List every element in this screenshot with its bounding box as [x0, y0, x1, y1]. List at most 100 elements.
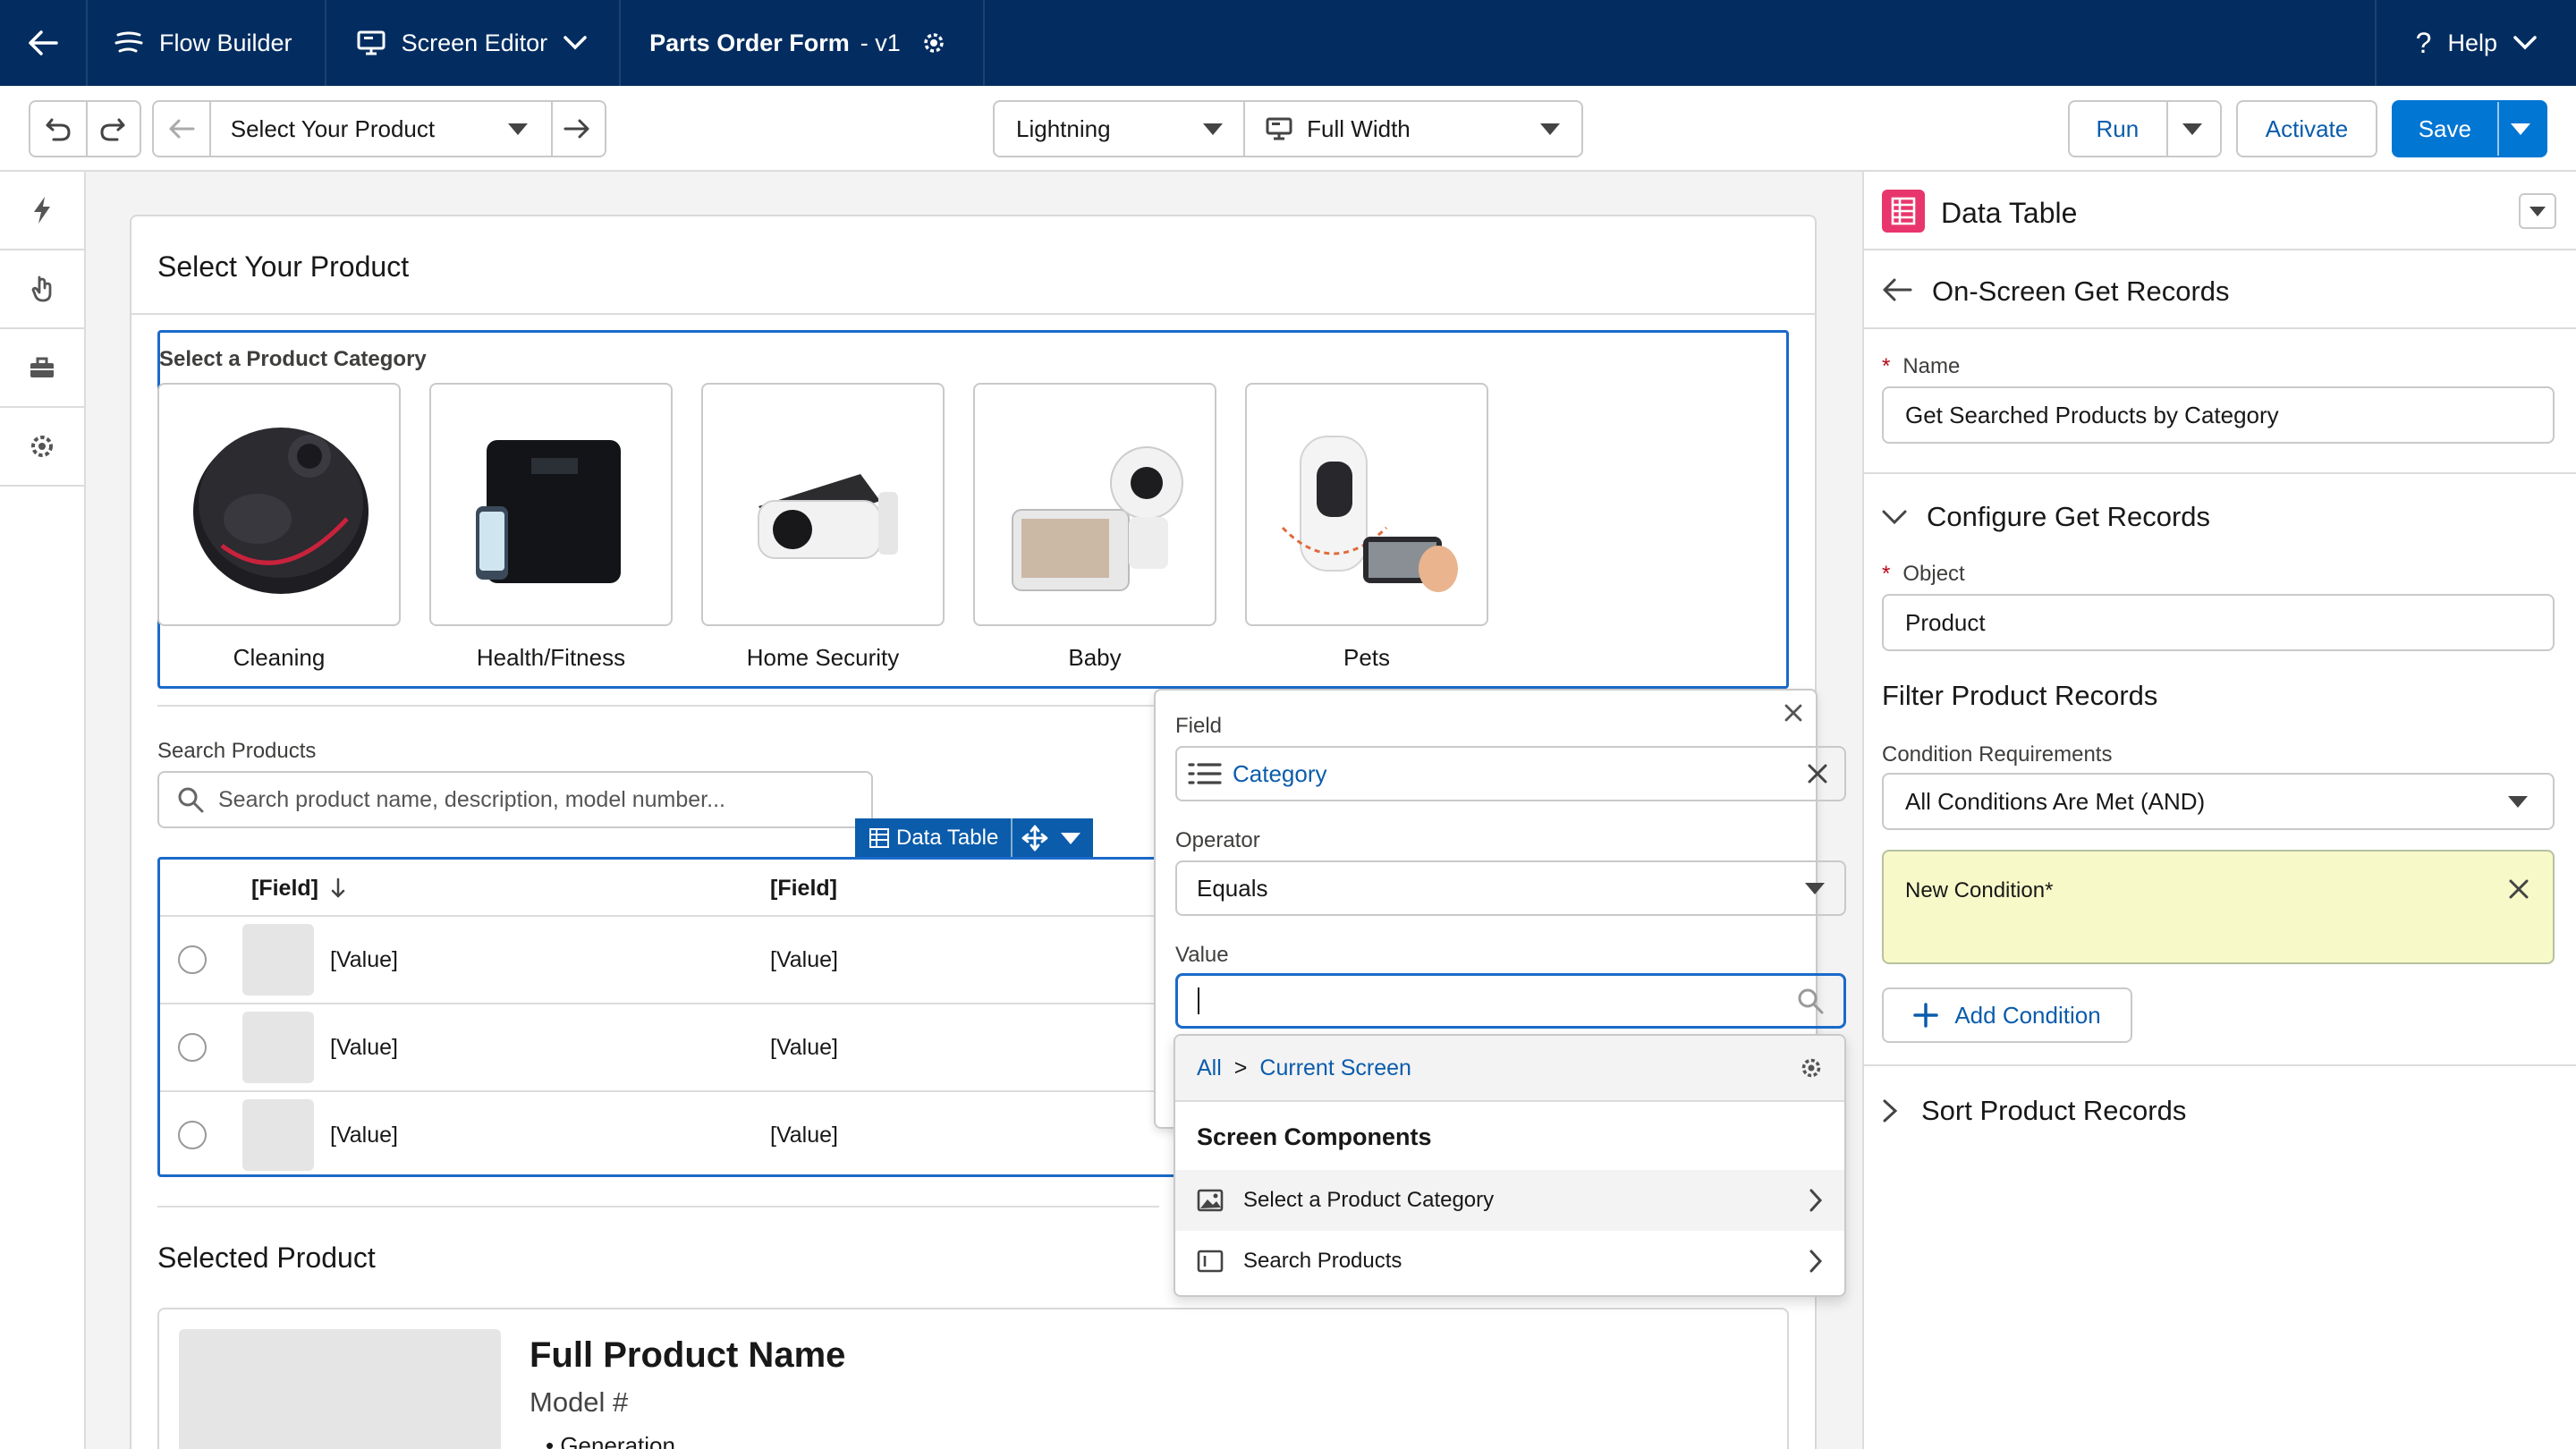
table-row[interactable]: [Value] [Value]	[160, 1004, 1174, 1092]
table-row[interactable]: [Value] [Value]	[160, 1092, 1174, 1174]
rail-item-elements[interactable]	[0, 172, 84, 250]
row-radio[interactable]	[178, 1121, 207, 1149]
object-input[interactable]: Product	[1882, 594, 2555, 651]
data-table[interactable]: [Field] [Field] [Value] [Value] [Value] …	[157, 857, 1177, 1177]
operator-select[interactable]: Equals	[1175, 860, 1846, 916]
rail-item-toolbox[interactable]	[0, 329, 84, 408]
category-tile-home-security[interactable]	[701, 383, 945, 626]
category-tile-pets[interactable]	[1245, 383, 1488, 626]
row-thumbnail	[242, 1012, 314, 1083]
gear-icon[interactable]	[1800, 1056, 1823, 1080]
picker-item[interactable]: Search Products	[1175, 1231, 1844, 1292]
category-label-health-fitness: Health/Fitness	[476, 644, 626, 671]
screen-select[interactable]: Select Your Product	[209, 115, 550, 143]
arrow-right-icon[interactable]	[549, 118, 605, 140]
breadcrumb-all[interactable]: All	[1197, 1055, 1222, 1081]
arrow-down-icon	[330, 877, 346, 899]
move-icon[interactable]	[1021, 825, 1048, 852]
field-pill-input[interactable]: Category	[1175, 746, 1846, 801]
clear-icon[interactable]	[1807, 763, 1828, 784]
flow-icon	[114, 30, 143, 56]
resource-picker-dropdown: All > Current Screen Screen Components S…	[1174, 1034, 1846, 1297]
filter-title: Filter Product Records	[1882, 680, 2158, 711]
run-button[interactable]: Run	[2070, 115, 2165, 143]
data-table-tag-label: Data Table	[896, 826, 999, 850]
condition-req-value: All Conditions Are Met (AND)	[1905, 787, 2206, 815]
back-button[interactable]	[0, 0, 88, 86]
category-tile-health-fitness[interactable]	[429, 383, 673, 626]
undo-redo-group	[29, 100, 141, 157]
picker-item[interactable]: Select a Product Category	[1175, 1170, 1844, 1231]
new-condition-card[interactable]: New Condition*	[1882, 850, 2555, 964]
divider	[157, 1206, 1159, 1208]
field-label: Field	[1175, 714, 1223, 738]
rail-item-settings[interactable]	[0, 408, 84, 487]
redo-icon[interactable]	[85, 116, 140, 141]
table-cell: [Value]	[770, 1035, 838, 1060]
condition-req-select[interactable]: All Conditions Are Met (AND)	[1882, 773, 2555, 830]
breadcrumb-current[interactable]: Current Screen	[1259, 1055, 1787, 1081]
theme-select[interactable]: Lightning	[995, 115, 1244, 143]
data-table-tag[interactable]: Data Table	[855, 818, 1093, 858]
help-menu[interactable]: ? Help	[2374, 0, 2576, 86]
question-icon: ?	[2415, 26, 2432, 59]
condition-req-label: Condition Requirements	[1882, 742, 2113, 767]
category-label-home-security: Home Security	[746, 644, 900, 671]
picker-section-heading: Screen Components	[1197, 1123, 1432, 1150]
sort-toggle[interactable]: Sort Product Records	[1882, 1095, 2186, 1127]
search-icon	[177, 786, 204, 813]
row-radio[interactable]	[178, 1033, 207, 1062]
category-label-baby: Baby	[1068, 644, 1122, 671]
table-cell: [Value]	[770, 947, 838, 972]
section-header: On-Screen Get Records	[1864, 252, 2576, 329]
screen-editor-label: Screen Editor	[401, 29, 548, 56]
save-button[interactable]: Save	[2394, 115, 2496, 143]
gear-icon[interactable]	[920, 30, 947, 56]
gear-icon	[29, 433, 55, 460]
caret-down-icon	[2511, 123, 2531, 135]
chevron-right-icon	[1882, 1098, 1898, 1123]
caret-down-icon	[1540, 123, 1560, 135]
search-label: Search Products	[157, 739, 317, 763]
value-input[interactable]	[1175, 973, 1846, 1029]
theme-select-value: Lightning	[1016, 114, 1111, 142]
width-select[interactable]: Full Width	[1244, 115, 1581, 143]
arrow-left-icon[interactable]	[1882, 277, 1912, 302]
operator-value: Equals	[1197, 874, 1268, 902]
table-header: [Field] [Field]	[160, 860, 1174, 917]
flow-builder-link[interactable]: Flow Builder	[88, 0, 326, 86]
add-condition-button[interactable]: Add Condition	[1882, 987, 2132, 1043]
screen-editor-menu[interactable]: Screen Editor	[326, 0, 622, 86]
close-icon[interactable]	[1784, 703, 1803, 723]
caret-down-icon	[1203, 123, 1224, 135]
caret-down-icon[interactable]	[1061, 832, 1081, 844]
close-icon[interactable]	[2508, 878, 2529, 900]
save-menu-button[interactable]	[2496, 123, 2546, 135]
chevron-right-icon	[1809, 1188, 1823, 1213]
screen-select-value: Select Your Product	[230, 114, 436, 142]
column-header[interactable]: [Field]	[251, 876, 318, 902]
search-input[interactable]: Search product name, description, model …	[157, 771, 873, 828]
category-tile-cleaning[interactable]	[157, 383, 401, 626]
name-input[interactable]: Get Searched Products by Category	[1882, 386, 2555, 444]
configure-toggle[interactable]: Configure Get Records	[1882, 501, 2210, 533]
flow-name: Parts Order Form	[649, 29, 850, 56]
table-row[interactable]: [Value] [Value]	[160, 917, 1174, 1004]
activate-button[interactable]: Activate	[2236, 100, 2377, 157]
left-rail	[0, 172, 86, 1449]
undo-icon[interactable]	[30, 116, 85, 141]
run-menu-button[interactable]	[2165, 123, 2220, 135]
picker-item-label: Search Products	[1243, 1249, 1402, 1273]
arrow-left-icon[interactable]	[154, 118, 209, 140]
table-cell: [Value]	[770, 1123, 838, 1148]
divider	[157, 705, 1159, 707]
row-thumbnail	[242, 924, 314, 996]
column-header[interactable]: [Field]	[770, 876, 837, 902]
divider	[1864, 1064, 2576, 1066]
category-tile-baby[interactable]	[973, 383, 1216, 626]
row-radio[interactable]	[178, 945, 207, 974]
rail-item-touch[interactable]	[0, 250, 84, 329]
product-bullet: • Generation	[546, 1432, 675, 1449]
divider	[1864, 472, 2576, 474]
component-menu-button[interactable]	[2519, 193, 2556, 229]
